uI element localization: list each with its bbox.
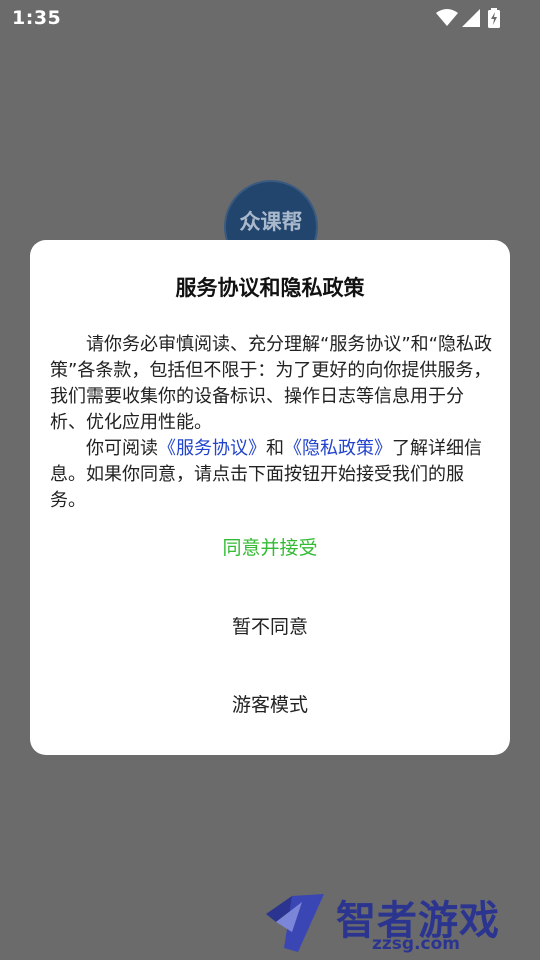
wifi-icon xyxy=(436,9,458,26)
signal-icon xyxy=(462,9,480,27)
status-icons xyxy=(432,8,502,28)
privacy-dialog: 服务协议和隐私政策 请你务必审慎阅读、充分理解“服务协议”和“隐私政策”各条款，… xyxy=(30,240,510,755)
watermark-url: zzsg.com xyxy=(372,934,461,954)
status-bar: 1:35 xyxy=(0,0,540,36)
watermark-logo-icon xyxy=(266,894,324,952)
app-logo-text: 众课帮 xyxy=(239,210,303,234)
screen: 1:35 众课帮 服务协议和隐私政策 请你务必审慎阅读、充分理解“服务协议”和“… xyxy=(0,0,540,960)
dialog-body: 请你务必审慎阅读、充分理解“服务协议”和“隐私政策”各条款，包括但不限于：为了更… xyxy=(50,332,492,514)
paragraph-2-prefix: 你可阅读 xyxy=(86,438,158,459)
watermark: 智者游戏网 zzsg.com xyxy=(262,888,540,960)
agree-button[interactable]: 同意并接受 xyxy=(30,523,510,573)
paragraph-2-and: 和 xyxy=(266,438,284,459)
dialog-paragraph-1: 请你务必审慎阅读、充分理解“服务协议”和“隐私政策”各条款，包括但不限于：为了更… xyxy=(50,334,492,433)
guest-mode-button[interactable]: 游客模式 xyxy=(30,680,510,730)
privacy-policy-link[interactable]: 《隐私政策》 xyxy=(284,438,392,459)
decline-button[interactable]: 暂不同意 xyxy=(30,602,510,652)
service-agreement-link[interactable]: 《服务协议》 xyxy=(158,438,266,459)
battery-charging-icon xyxy=(488,8,500,28)
dialog-title: 服务协议和隐私政策 xyxy=(175,276,365,300)
dialog-paragraph-2: 你可阅读《服务协议》和《隐私政策》了解详细信息。如果你同意，请点击下面按钮开始接… xyxy=(50,436,492,514)
status-time: 1:35 xyxy=(12,7,62,29)
